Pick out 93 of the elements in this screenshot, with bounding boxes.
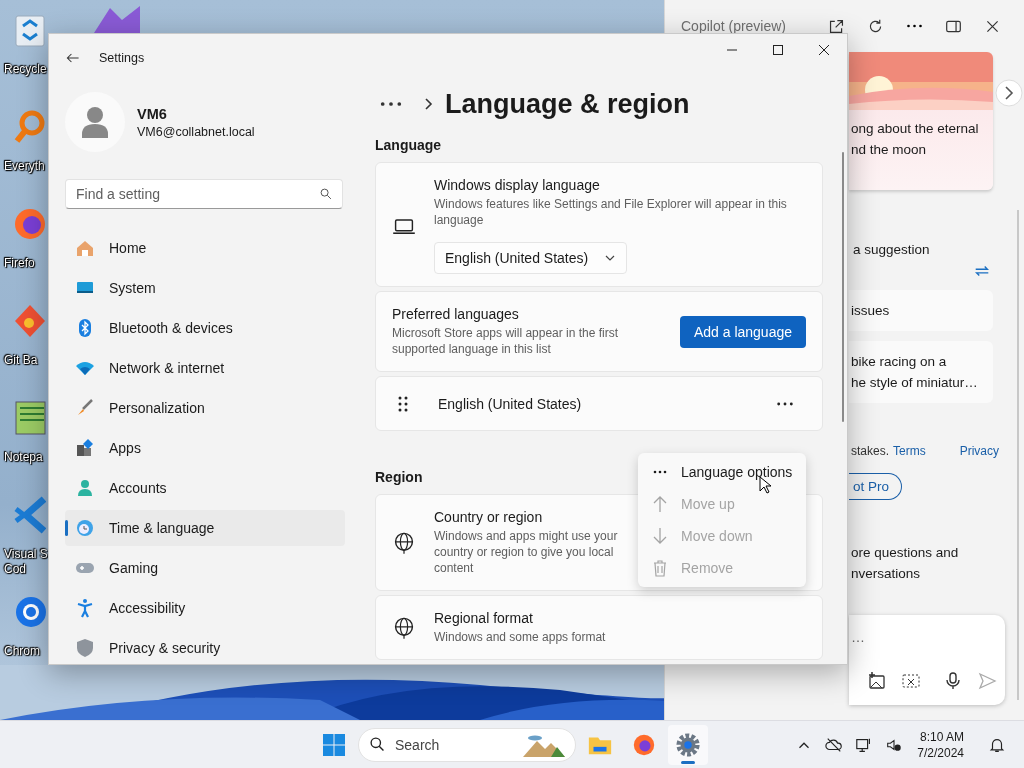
info-text: ore questions and — [850, 544, 960, 562]
nav-item[interactable]: Personalization — [65, 390, 345, 426]
add-language-button[interactable]: Add a language — [679, 315, 806, 348]
drag-handle-icon[interactable] — [398, 395, 408, 412]
section-heading: Region — [375, 469, 423, 485]
shield-icon — [75, 638, 95, 658]
notice-text: stakes. — [851, 444, 889, 458]
menu-item[interactable]: Language options — [638, 456, 806, 488]
icon-label: Everyth — [4, 159, 45, 174]
icon-label: Chrom — [4, 644, 40, 659]
accessibility-icon — [75, 598, 95, 618]
info-text: nversations — [850, 565, 922, 583]
card-text: nd the moon — [850, 141, 928, 159]
search-field[interactable]: Find a setting — [65, 179, 343, 209]
icon-label: Firefo — [4, 256, 35, 271]
clock-globe-icon — [75, 518, 95, 538]
nav-item[interactable]: Time & language — [65, 510, 345, 546]
more-icon[interactable] — [776, 400, 794, 407]
suggestion-text: a suggestion — [852, 242, 930, 257]
search-icon[interactable] — [319, 187, 333, 201]
avatar-icon[interactable] — [65, 92, 125, 152]
icon-label: Notepa — [4, 450, 43, 465]
icon-label: Cod — [4, 562, 26, 577]
user-email: VM6@collabnet.local — [137, 124, 255, 139]
language-row[interactable]: English (United States) — [375, 376, 823, 431]
search-placeholder: Search — [395, 736, 440, 753]
prompt-text: issues — [850, 302, 891, 320]
minimize-icon — [727, 49, 737, 51]
prompt-text: bike racing on a — [850, 353, 948, 371]
input-placeholder: … — [851, 629, 865, 645]
page-title: Language & region — [445, 88, 690, 120]
section-heading: Language — [375, 137, 442, 154]
suggestion-card[interactable]: ong about the eternal nd the moon — [849, 52, 993, 190]
chevron-down-icon — [604, 254, 617, 263]
nav-item[interactable]: Gaming — [65, 550, 345, 586]
globe-icon — [392, 615, 416, 640]
more-icon — [653, 470, 667, 474]
arrow-down-icon — [653, 527, 667, 545]
search-icon — [369, 736, 386, 753]
card-text: ong about the eternal — [850, 120, 980, 138]
terms-link[interactable]: Terms — [893, 444, 926, 458]
chat-input[interactable]: … — [849, 615, 1005, 705]
windows-logo-icon[interactable] — [322, 732, 346, 757]
nav-item[interactable]: Privacy & security — [65, 630, 345, 664]
icon-label: Visual S — [4, 547, 48, 562]
maximize-icon — [773, 45, 783, 55]
more-icon[interactable] — [906, 24, 924, 28]
setting-title: Country or region — [434, 509, 544, 525]
window-title: Settings — [99, 51, 145, 65]
apps-icon — [75, 438, 95, 458]
add-image-icon[interactable] — [867, 671, 887, 691]
globe-icon — [392, 530, 416, 555]
nav-item[interactable]: Apps — [65, 430, 345, 466]
next-button[interactable] — [995, 79, 1023, 107]
nav-item[interactable]: System — [65, 270, 345, 306]
nav-item[interactable]: Accessibility — [65, 590, 345, 626]
home-icon — [75, 238, 95, 258]
nav-item[interactable]: Bluetooth & devices — [65, 310, 345, 346]
setting-title: Preferred languages — [392, 306, 520, 323]
arrow-up-icon — [653, 495, 667, 513]
settings-icon — [675, 731, 701, 758]
notepad-icon[interactable] — [14, 398, 46, 438]
clock-time[interactable]: 8:10 AM — [919, 728, 964, 745]
privacy-link[interactable]: Privacy — [959, 444, 1000, 458]
prompt-text: he style of miniatur… — [850, 374, 979, 392]
prompt-card[interactable]: issues — [849, 290, 993, 331]
setting-description: Windows features like Settings and File Explorer will appear in this language — [434, 196, 788, 229]
person-icon — [75, 478, 95, 498]
more-icon[interactable] — [379, 100, 403, 109]
setting-description: Windows and apps might use your country or region to give you local content — [434, 528, 619, 576]
user-name: VM6 — [137, 105, 168, 122]
nav-item[interactable]: Home — [65, 230, 345, 266]
icon-label: Git Ba — [4, 353, 38, 368]
pane-title: Copilot (preview) — [681, 18, 787, 34]
taskbar-app[interactable] — [668, 724, 708, 765]
icon-label: Recycle — [4, 62, 47, 77]
setting-description: Microsoft Store apps will appear in the first supported language in this list — [392, 325, 620, 358]
setting-title: Regional format — [434, 610, 534, 626]
nav-item[interactable]: Network & internet — [65, 350, 345, 386]
clock-date[interactable]: 7/2/2024 — [917, 744, 964, 761]
setting-description: Windows and some apps format — [434, 629, 607, 645]
nav-item[interactable]: Accounts — [65, 470, 345, 506]
brush-icon — [75, 398, 95, 418]
prompt-card[interactable]: bike racing on a he style of miniatur… — [849, 341, 993, 403]
screenshot-icon[interactable] — [901, 671, 921, 691]
trash-icon — [653, 559, 667, 577]
setting-title: Windows display language — [434, 177, 601, 194]
taskbar-search[interactable]: Search — [358, 727, 576, 762]
language-dropdown[interactable]: English (United States) — [434, 242, 628, 275]
language-name: English (United States) — [438, 395, 582, 412]
close-icon — [819, 45, 829, 55]
open-external-icon[interactable] — [828, 17, 846, 35]
microphone-icon[interactable] — [943, 671, 963, 691]
